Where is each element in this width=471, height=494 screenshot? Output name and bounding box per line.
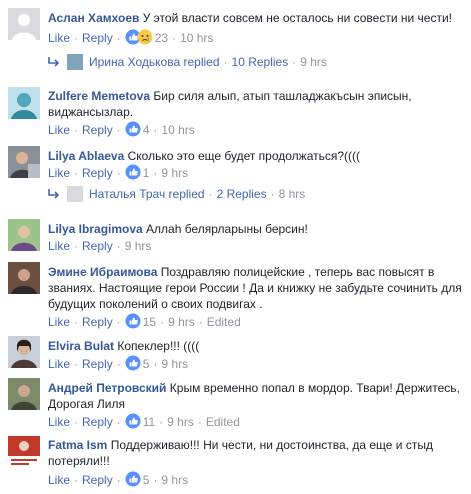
like-button[interactable]: Like (48, 31, 70, 45)
replier-name[interactable]: Наталья Трач (89, 187, 165, 201)
comment-text: Копеклер!!! (((( (117, 339, 200, 353)
comment-body: Lilya Ibragimova Аллаh белярларыны берси… (48, 221, 464, 237)
comment-body: Lilya Ablaeva Сколько это еще будет прод… (48, 148, 464, 164)
comment-actions: Like · Reply · 5 · 9 hrs (48, 355, 188, 375)
avatar[interactable] (8, 436, 40, 468)
comment-body: Аслан Хамхоев У этой власти совсем не ос… (48, 10, 464, 26)
comment-author[interactable]: Андрей Петровский (48, 381, 166, 395)
sad-reaction-icon[interactable] (137, 29, 153, 49)
like-reaction-icon[interactable] (125, 471, 141, 491)
reply-button[interactable]: Reply (82, 239, 113, 253)
avatar[interactable] (8, 146, 40, 178)
like-reaction-icon[interactable] (125, 413, 141, 433)
replier-avatar (67, 54, 83, 70)
comment-actions: Like · Reply · 4 · 10 hrs (48, 121, 195, 141)
comment-actions: Like · Reply · 9 hrs (48, 239, 152, 253)
view-replies-row[interactable]: Ирина Ходькова replied · 10 Replies · 9 hrs (47, 54, 327, 72)
timestamp[interactable]: 9 hrs (125, 239, 152, 253)
like-reaction-icon[interactable] (125, 355, 141, 375)
timestamp[interactable]: 10 hrs (180, 31, 213, 45)
comment-author[interactable]: Fatma Ism (48, 438, 107, 452)
like-reaction-icon[interactable] (125, 121, 141, 141)
comment-actions: Like · Reply · 1 · 9 hrs (48, 164, 188, 184)
reply-button[interactable]: Reply (82, 166, 113, 180)
comment-text: Аллаh белярларыны берсин! (146, 222, 308, 236)
like-button[interactable]: Like (48, 315, 70, 329)
like-button[interactable]: Like (48, 473, 70, 487)
like-button[interactable]: Like (48, 357, 70, 371)
timestamp[interactable]: 10 hrs (161, 123, 194, 137)
like-reaction-icon[interactable] (125, 313, 141, 333)
comment-actions: Like · Reply · 5 · 9 hrs (48, 471, 188, 491)
reply-button[interactable]: Reply (82, 357, 113, 371)
reply-button[interactable]: Reply (82, 473, 113, 487)
edited-label[interactable]: Edited (207, 315, 241, 329)
avatar[interactable] (8, 219, 40, 251)
comment-body: Эмине Ибраимова Поздравляю полицейские ,… (48, 264, 464, 312)
comment-body: Fatma Ism Поддерживаю!!! Ни чести, ни до… (48, 437, 464, 469)
comment-author[interactable]: Эмине Ибраимова (48, 265, 157, 279)
comment-author[interactable]: Аслан Хамхоев (48, 11, 139, 25)
timestamp[interactable]: 9 hrs (161, 166, 188, 180)
reply-button[interactable]: Reply (82, 315, 113, 329)
edited-label[interactable]: Edited (206, 415, 240, 429)
timestamp[interactable]: 9 hrs (161, 357, 188, 371)
avatar[interactable] (8, 8, 40, 40)
like-button[interactable]: Like (48, 239, 70, 253)
avatar[interactable] (8, 336, 40, 368)
like-button[interactable]: Like (48, 123, 70, 137)
reply-button[interactable]: Reply (82, 415, 113, 429)
timestamp[interactable]: 8 hrs (279, 187, 306, 201)
timestamp[interactable]: 9 hrs (161, 473, 188, 487)
timestamp[interactable]: 9 hrs (300, 55, 327, 69)
comment-actions: Like · Reply · 15 · 9 hrs · Edited (48, 313, 241, 333)
reaction-count[interactable]: 15 (143, 315, 156, 329)
comment-author[interactable]: Zulfere Memetova (48, 89, 150, 103)
reaction-count[interactable]: 11 (143, 415, 155, 429)
reply-button[interactable]: Reply (82, 123, 113, 137)
view-replies-row[interactable]: Наталья Трач replied · 2 Replies · 8 hrs (47, 186, 305, 204)
reply-arrow-icon (47, 56, 61, 72)
replies-count[interactable]: 2 Replies (217, 187, 267, 201)
avatar[interactable] (8, 262, 40, 294)
like-button[interactable]: Like (48, 415, 70, 429)
avatar[interactable] (8, 378, 40, 410)
comment-author[interactable]: Lilya Ablaeva (48, 149, 124, 163)
reply-arrow-icon (47, 188, 61, 204)
replier-avatar (67, 186, 83, 202)
replier-name[interactable]: Ирина Ходькова (89, 55, 180, 69)
like-reaction-icon[interactable] (125, 164, 141, 184)
comment-text: У этой власти совсем не осталось ни сове… (142, 11, 453, 25)
timestamp[interactable]: 9 hrs (167, 415, 194, 429)
reply-button[interactable]: Reply (82, 31, 113, 45)
timestamp[interactable]: 9 hrs (168, 315, 195, 329)
comment-text: Сколько это еще будет продолжаться?(((( (127, 149, 361, 163)
replies-count[interactable]: 10 Replies (232, 55, 289, 69)
reaction-count[interactable]: 23 (155, 31, 168, 45)
comment-author[interactable]: Lilya Ibragimova (48, 222, 143, 236)
comment-body: Elvira Bulat Копеклер!!! (((( (48, 338, 464, 354)
avatar[interactable] (8, 87, 40, 119)
comment-author[interactable]: Elvira Bulat (48, 339, 114, 353)
comment-body: Андрей Петровский Крым временно попал в … (48, 380, 464, 412)
comment-actions: Like · Reply · 23 · 10 hrs (48, 29, 213, 49)
comment-body: Zulfere Memetova Бир силя алып, атып таш… (48, 88, 464, 120)
comment-actions: Like · Reply · 11 · 9 hrs · Edited (48, 413, 240, 433)
like-button[interactable]: Like (48, 166, 70, 180)
